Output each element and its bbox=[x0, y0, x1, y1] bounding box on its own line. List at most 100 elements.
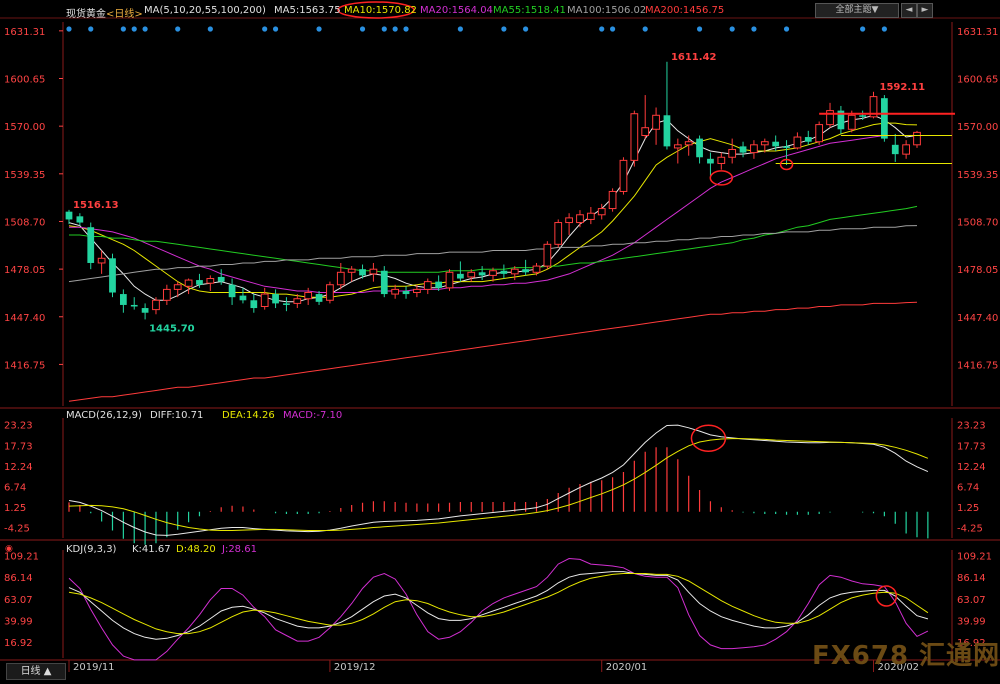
event-marker-dot bbox=[403, 26, 409, 32]
macd-axis-label-right: 12.24 bbox=[957, 462, 986, 473]
candle-body-down bbox=[663, 115, 671, 147]
candle-body-up bbox=[97, 257, 106, 264]
candle bbox=[402, 286, 410, 299]
candle-body-up bbox=[673, 144, 682, 149]
candle-body-down bbox=[881, 98, 888, 139]
price-axis-label-right: 1478.05 bbox=[957, 265, 998, 276]
candle bbox=[141, 303, 149, 320]
candle-body-down bbox=[739, 146, 747, 153]
highlight-circle-low1 bbox=[709, 170, 734, 186]
candle-body-up bbox=[652, 114, 660, 130]
candle-body-down bbox=[500, 270, 508, 274]
ma5-value: MA5:1563.75 bbox=[274, 5, 341, 16]
event-marker-dot bbox=[88, 26, 94, 32]
price-axis-label-right: 1447.40 bbox=[957, 313, 998, 324]
macd-diff-value: DIFF:10.71 bbox=[150, 410, 204, 421]
candle-body-up bbox=[293, 298, 302, 304]
macd-axis-label-right: -4.25 bbox=[957, 524, 983, 535]
candle bbox=[717, 152, 726, 170]
candle bbox=[369, 262, 378, 282]
event-marker-dot bbox=[207, 26, 213, 32]
candle-body-up bbox=[597, 208, 606, 216]
kdj-axis-label-left: 63.07 bbox=[4, 595, 33, 606]
price-axis-label-right: 1570.00 bbox=[957, 122, 998, 133]
candle-body-up bbox=[162, 288, 171, 301]
candle bbox=[793, 132, 802, 150]
settings-dot-icon[interactable]: ◉ bbox=[5, 544, 13, 554]
candle-body-down bbox=[239, 295, 247, 301]
ma20-value: MA20:1564.04 bbox=[420, 5, 493, 16]
candle-body-down bbox=[772, 141, 780, 147]
candle bbox=[586, 207, 595, 225]
candle bbox=[565, 213, 573, 235]
macd-macd-value: MACD:-7.10 bbox=[283, 410, 343, 421]
event-marker-dot bbox=[860, 26, 866, 32]
candle-body-up bbox=[750, 144, 758, 154]
candle bbox=[478, 266, 486, 281]
ma200-value: MA200:1456.75 bbox=[645, 5, 725, 16]
candle-body-up bbox=[847, 114, 856, 130]
candle-body-up bbox=[576, 214, 584, 224]
price-axis-label-left: 1416.75 bbox=[4, 360, 45, 371]
candle-body-down bbox=[891, 144, 899, 155]
candle-body-down bbox=[250, 300, 258, 309]
candle bbox=[750, 140, 758, 159]
event-marker-dot bbox=[696, 26, 703, 32]
macd-axis-label-left: -4.25 bbox=[4, 524, 30, 535]
price-axis-label-left: 1508.70 bbox=[4, 217, 45, 228]
event-marker-dot bbox=[523, 26, 529, 32]
chart-canvas[interactable]: 1631.31 1631.31 1600.65 1600.65 1570.00 1570.… bbox=[0, 0, 1000, 680]
candle bbox=[630, 110, 639, 167]
candle bbox=[576, 210, 584, 228]
instrument-title: 现货黄金<日线> bbox=[66, 5, 143, 20]
kdj-axis-label-left: 86.14 bbox=[4, 573, 33, 584]
candle-body-up bbox=[630, 113, 639, 161]
fx678-logo: FX678 汇通网 bbox=[812, 641, 1000, 671]
period-label: <日线> bbox=[106, 9, 143, 20]
nav-prev-button[interactable]: ◄ bbox=[901, 3, 917, 18]
candle-body-up bbox=[260, 293, 269, 308]
candle-body-up bbox=[489, 270, 497, 276]
candle-body-down bbox=[217, 276, 225, 282]
event-marker-dot bbox=[272, 26, 279, 32]
kdj-d-line bbox=[68, 573, 929, 635]
event-marker-dot bbox=[751, 26, 757, 32]
candle bbox=[87, 222, 95, 270]
period-tab[interactable]: 日线 ▲ bbox=[6, 663, 66, 680]
candle bbox=[97, 250, 106, 274]
macd-axis-label-right: 6.74 bbox=[957, 482, 979, 493]
candle-body-up bbox=[413, 288, 421, 294]
ma55-value: MA55:1518.41 bbox=[493, 5, 566, 16]
price-axis-label-left: 1478.05 bbox=[4, 265, 45, 276]
kdj-k-line bbox=[68, 571, 929, 640]
event-marker-dot bbox=[881, 26, 887, 32]
date-axis-label: 2020/01 bbox=[606, 662, 648, 673]
highlight-circle-macd-cross bbox=[690, 424, 727, 452]
candle bbox=[119, 289, 127, 313]
chart-stage: 1631.31 1631.31 1600.65 1600.65 1570.00 1570.… bbox=[0, 0, 1000, 680]
macd-axis-label-left: 1.25 bbox=[4, 503, 26, 514]
nav-next-button[interactable]: ► bbox=[917, 3, 933, 18]
candle-body-up bbox=[608, 190, 617, 210]
candle-body-up bbox=[369, 268, 378, 275]
event-marker-dot bbox=[120, 26, 126, 32]
candle-body-down bbox=[859, 115, 867, 117]
date-axis-label: 2019/12 bbox=[334, 662, 376, 673]
candle-body-down bbox=[315, 294, 323, 302]
candle-body-up bbox=[543, 243, 552, 267]
candle bbox=[913, 130, 921, 148]
event-marker-dot bbox=[729, 26, 735, 32]
candle bbox=[239, 287, 247, 304]
candle-body-up bbox=[336, 271, 345, 286]
candle bbox=[445, 269, 454, 291]
candle-body-down bbox=[696, 138, 703, 158]
kdj-axis-label-right: 39.99 bbox=[957, 616, 986, 627]
candle bbox=[728, 138, 737, 164]
kdj-j-value: J:28.61 bbox=[222, 544, 257, 555]
candle bbox=[826, 102, 834, 128]
candle-body-up bbox=[347, 268, 356, 273]
price-axis-label-right: 1416.75 bbox=[957, 360, 998, 371]
candle bbox=[532, 262, 541, 276]
theme-select-button[interactable]: 全部主题▼ bbox=[815, 3, 899, 18]
price-axis-label-left: 1539.35 bbox=[4, 170, 45, 181]
